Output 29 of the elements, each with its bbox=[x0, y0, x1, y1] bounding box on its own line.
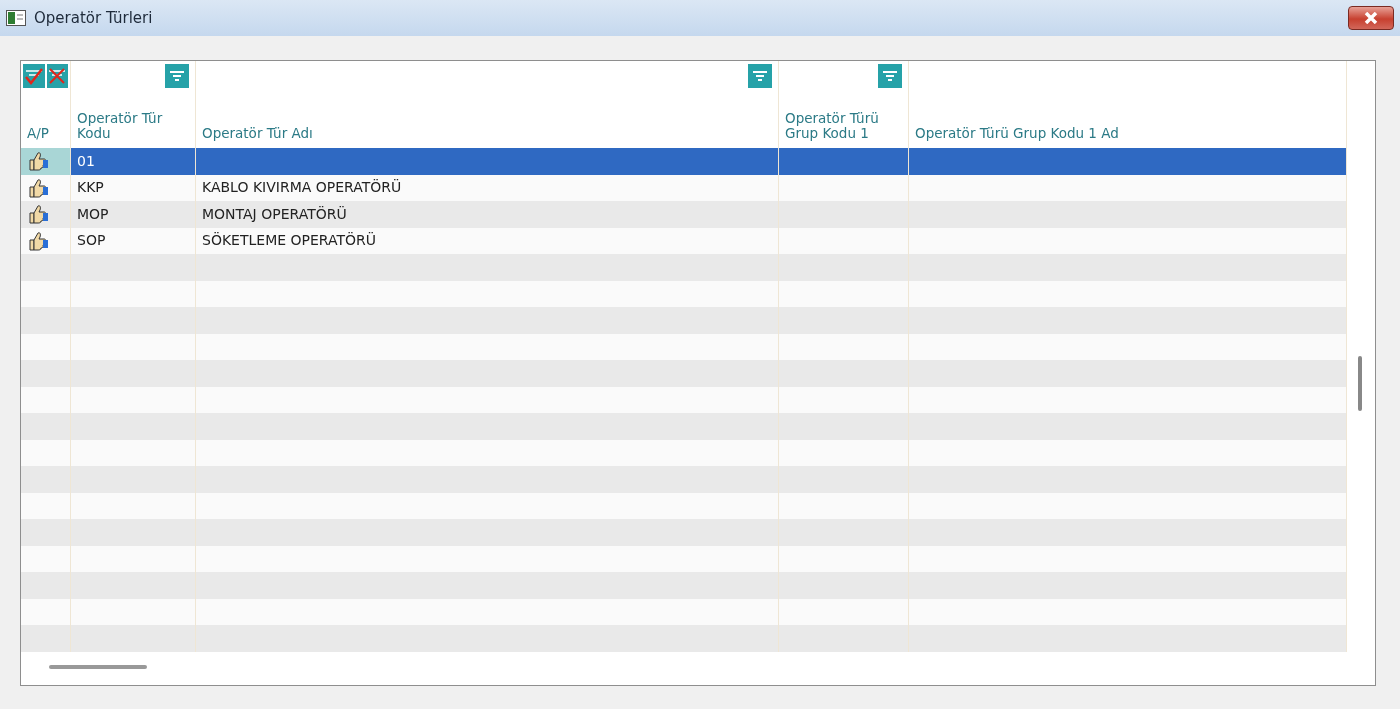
filter-button[interactable] bbox=[878, 64, 902, 88]
table-row[interactable]: MOP MONTAJ OPERATÖRÜ bbox=[21, 201, 1347, 228]
column-header[interactable]: A/P bbox=[21, 61, 71, 148]
table-cell: MONTAJ OPERATÖRÜ bbox=[196, 201, 779, 228]
filter-icon bbox=[752, 70, 768, 82]
column-label: Operatör Türü Grup Kodu 1 bbox=[785, 110, 880, 142]
horizontal-scrollbar-thumb[interactable] bbox=[49, 665, 147, 669]
window-title: Operatör Türleri bbox=[34, 7, 153, 29]
app-icon bbox=[6, 10, 26, 26]
deselect-all-button[interactable] bbox=[46, 64, 68, 88]
table-row[interactable]: KKP KABLO KIVIRMA OPERATÖRÜ bbox=[21, 174, 1347, 201]
filter-button[interactable] bbox=[748, 64, 772, 88]
column-label: Operatör Tür Adı bbox=[202, 126, 314, 142]
column-label: Operatör Tür Kodu bbox=[77, 110, 164, 142]
close-button[interactable] bbox=[1348, 6, 1394, 30]
table-cell: MOP bbox=[71, 201, 196, 228]
cross-icon bbox=[47, 67, 68, 85]
column-label: A/P bbox=[27, 126, 50, 142]
filter-icon bbox=[169, 70, 185, 82]
select-all-button[interactable] bbox=[23, 64, 45, 88]
vertical-scrollbar-thumb[interactable] bbox=[1358, 356, 1362, 411]
filter-button[interactable] bbox=[165, 64, 189, 88]
column-label: Operatör Türü Grup Kodu 1 Ad bbox=[915, 126, 1120, 142]
table-row[interactable]: 01 bbox=[21, 148, 1347, 175]
table-cell: 01 bbox=[71, 148, 196, 175]
table-row[interactable]: SOP SÖKETLEME OPERATÖRÜ bbox=[21, 227, 1347, 254]
check-icon bbox=[23, 67, 44, 85]
filter-icon bbox=[882, 70, 898, 82]
close-icon bbox=[1363, 12, 1379, 24]
